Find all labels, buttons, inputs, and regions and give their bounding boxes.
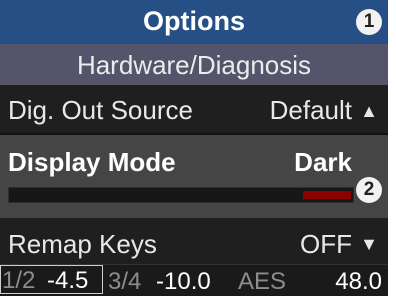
menu-title: Options [143,6,245,36]
device-screen: Options 1 Hardware/Diagnosis Dig. Out So… [0,0,388,296]
callout-1-icon: 1 [356,9,382,35]
title-bar: Options 1 [0,0,388,44]
submenu-bar: Hardware/Diagnosis [0,44,388,85]
display-mode-label: Display Mode [8,147,176,177]
aes-label: AES [238,268,287,295]
channel-1-2-label: 1/2 [2,267,36,294]
aes-value: 48.0 [335,268,382,295]
menu-item-dig-out-source[interactable]: Dig. Out Source Default ▲ [0,85,388,133]
up-arrow-icon[interactable]: ▲ [360,101,378,122]
dig-out-value: Default [269,95,352,125]
level-fill [303,191,351,199]
status-bar: 1/2 -4.5 3/4 -10.0 AES 48.0 [0,264,388,296]
dig-out-label: Dig. Out Source [8,95,193,125]
channel-1-2-value: -4.5 [47,267,89,294]
down-arrow-icon[interactable]: ▼ [360,234,378,255]
menu-item-display-mode[interactable]: Display Mode Dark 2 [0,135,388,218]
remap-keys-value: OFF [300,229,352,259]
channel-3-4-value: -10.0 [156,268,211,295]
display-mode-value: Dark [294,147,352,177]
callout-2-icon: 2 [356,177,382,203]
channel-3-4-label: 3/4 [108,268,142,295]
remap-keys-label: Remap Keys [8,229,157,259]
channel-1-2-meter: 1/2 -4.5 [0,265,103,294]
submenu-title: Hardware/Diagnosis [76,50,312,80]
menu-item-remap-keys[interactable]: Remap Keys OFF ▼ [0,218,388,264]
display-mode-level-bar[interactable] [8,187,354,203]
